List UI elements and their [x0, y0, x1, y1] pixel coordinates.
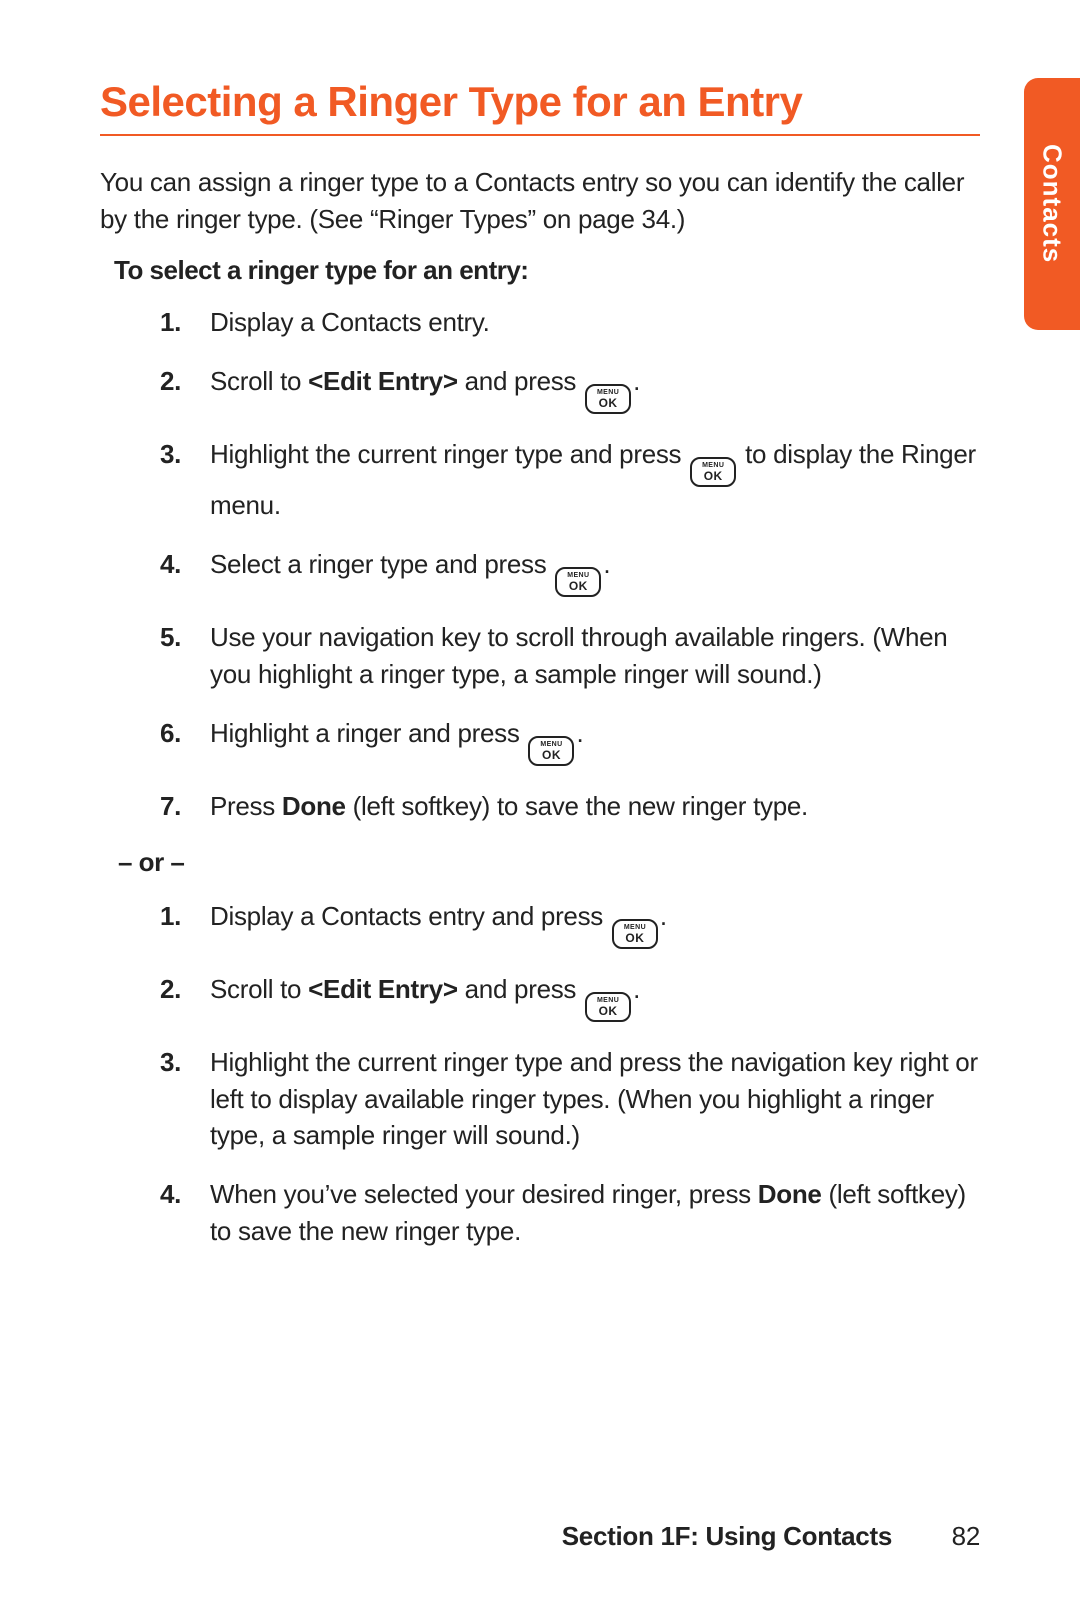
step-text: and press — [458, 974, 583, 1004]
step-text: Scroll to — [210, 974, 308, 1004]
key-menu-label: MENU — [597, 389, 619, 396]
done-label: Done — [282, 791, 346, 821]
footer-page-number: 82 — [940, 1521, 980, 1552]
step-item: Scroll to <Edit Entry> and press MENUOK. — [160, 971, 980, 1022]
section-tab-label: Contacts — [1037, 144, 1068, 263]
step-item: Highlight the current ringer type and pr… — [160, 1044, 980, 1155]
step-text: . — [603, 549, 610, 579]
key-menu-label: MENU — [540, 741, 562, 748]
step-item: Highlight a ringer and press MENUOK. — [160, 715, 980, 766]
step-text: Scroll to — [210, 366, 308, 396]
steps-list-b: Display a Contacts entry and press MENUO… — [160, 898, 980, 1251]
section-tab-contacts: Contacts — [1024, 78, 1080, 330]
key-menu-label: MENU — [597, 997, 619, 1004]
step-item: Scroll to <Edit Entry> and press MENUOK. — [160, 363, 980, 414]
menu-ok-key-icon: MENUOK — [612, 919, 658, 949]
step-text: . — [633, 974, 640, 1004]
step-text: When you’ve selected your desired ringer… — [210, 1179, 758, 1209]
step-text: Highlight the current ringer type and pr… — [210, 439, 688, 469]
step-item: Press Done (left softkey) to save the ne… — [160, 788, 980, 825]
step-text: Highlight a ringer and press — [210, 718, 526, 748]
key-ok-label: OK — [599, 397, 618, 409]
step-item: Use your navigation key to scroll throug… — [160, 619, 980, 693]
key-menu-label: MENU — [567, 572, 589, 579]
page-title: Selecting a Ringer Type for an Entry — [100, 78, 980, 136]
manual-page: Contacts Selecting a Ringer Type for an … — [0, 0, 1080, 1620]
step-text: Press — [210, 791, 282, 821]
step-item: Display a Contacts entry. — [160, 304, 980, 341]
menu-ok-key-icon: MENUOK — [690, 457, 736, 487]
step-text: and press — [458, 366, 583, 396]
step-text: Use your navigation key to scroll throug… — [210, 622, 947, 689]
footer-section-label: Section 1F: Using Contacts — [562, 1521, 892, 1552]
or-separator: – or – — [118, 847, 980, 878]
step-text: . — [660, 901, 667, 931]
menu-ok-key-icon: MENUOK — [555, 567, 601, 597]
key-menu-label: MENU — [624, 924, 646, 931]
step-text: Display a Contacts entry. — [210, 307, 490, 337]
steps-list-a: Display a Contacts entry. Scroll to <Edi… — [160, 304, 980, 825]
step-item: Display a Contacts entry and press MENUO… — [160, 898, 980, 949]
step-item: Select a ringer type and press MENUOK. — [160, 546, 980, 597]
step-text: . — [633, 366, 640, 396]
page-footer: Section 1F: Using Contacts 82 — [0, 1521, 1080, 1552]
procedure-heading: To select a ringer type for an entry: — [114, 255, 980, 286]
edit-entry-label: <Edit Entry> — [308, 366, 458, 396]
key-ok-label: OK — [704, 470, 723, 482]
done-label: Done — [758, 1179, 822, 1209]
edit-entry-label: <Edit Entry> — [308, 974, 458, 1004]
key-ok-label: OK — [625, 932, 644, 944]
step-text: (left softkey) to save the new ringer ty… — [346, 791, 808, 821]
menu-ok-key-icon: MENUOK — [585, 992, 631, 1022]
key-menu-label: MENU — [702, 462, 724, 469]
step-text: Highlight the current ringer type and pr… — [210, 1047, 978, 1151]
key-ok-label: OK — [542, 749, 561, 761]
key-ok-label: OK — [569, 580, 588, 592]
step-text: Select a ringer type and press — [210, 549, 553, 579]
step-item: When you’ve selected your desired ringer… — [160, 1176, 980, 1250]
menu-ok-key-icon: MENUOK — [585, 384, 631, 414]
step-item: Highlight the current ringer type and pr… — [160, 436, 980, 524]
key-ok-label: OK — [599, 1005, 618, 1017]
menu-ok-key-icon: MENUOK — [528, 736, 574, 766]
step-text: . — [576, 718, 583, 748]
step-text: Display a Contacts entry and press — [210, 901, 610, 931]
intro-paragraph: You can assign a ringer type to a Contac… — [100, 164, 980, 237]
